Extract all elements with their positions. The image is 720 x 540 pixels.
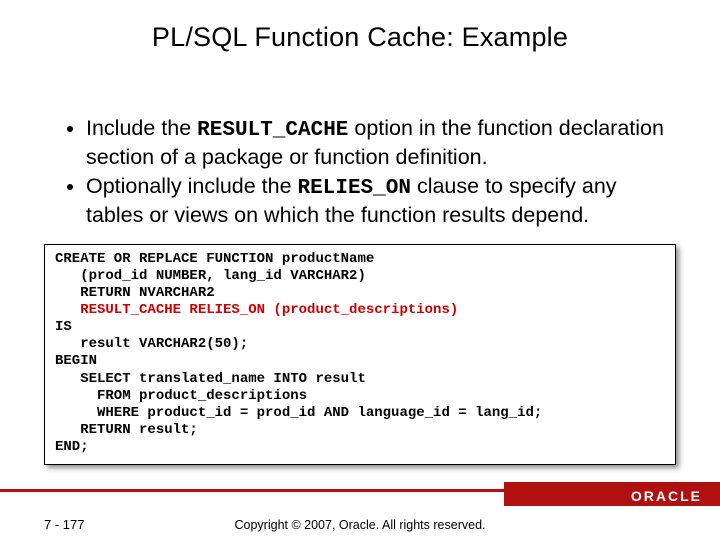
code-line: FROM product_descriptions	[55, 388, 307, 404]
code-line: SELECT translated_name INTO result	[55, 371, 366, 387]
slide-title: PL/SQL Function Cache: Example	[0, 22, 720, 53]
code-line: (prod_id NUMBER, lang_id VARCHAR2)	[55, 268, 366, 284]
code-line: result VARCHAR2(50);	[55, 336, 248, 352]
bullet-item: Optionally include the RELIES_ON clause …	[86, 173, 670, 229]
code-line: IS	[55, 319, 72, 335]
code-line: WHERE product_id = prod_id AND language_…	[55, 405, 542, 421]
code-line-highlight: RESULT_CACHE RELIES_ON (product_descript…	[55, 302, 458, 318]
code-block: CREATE OR REPLACE FUNCTION productName (…	[44, 244, 676, 465]
bullet-text-pre: Include the	[86, 116, 197, 140]
code-line: RETURN NVARCHAR2	[55, 285, 215, 301]
slide: PL/SQL Function Cache: Example Include t…	[0, 0, 720, 540]
code-line: END;	[55, 439, 89, 455]
code-line: RETURN result;	[55, 422, 198, 438]
copyright-text: Copyright © 2007, Oracle. All rights res…	[0, 518, 720, 532]
body-text: Include the RESULT_CACHE option in the f…	[60, 115, 670, 231]
code-line: CREATE OR REPLACE FUNCTION productName	[55, 251, 374, 267]
oracle-logo: ORACLE	[631, 488, 702, 504]
bullet-item: Include the RESULT_CACHE option in the f…	[86, 115, 670, 171]
bullet-text-mono: RESULT_CACHE	[197, 119, 348, 142]
footer-bar	[0, 482, 720, 506]
code-line: BEGIN	[55, 353, 97, 369]
bullet-text-pre: Optionally include the	[86, 174, 298, 198]
bullet-text-mono: RELIES_ON	[298, 177, 411, 200]
